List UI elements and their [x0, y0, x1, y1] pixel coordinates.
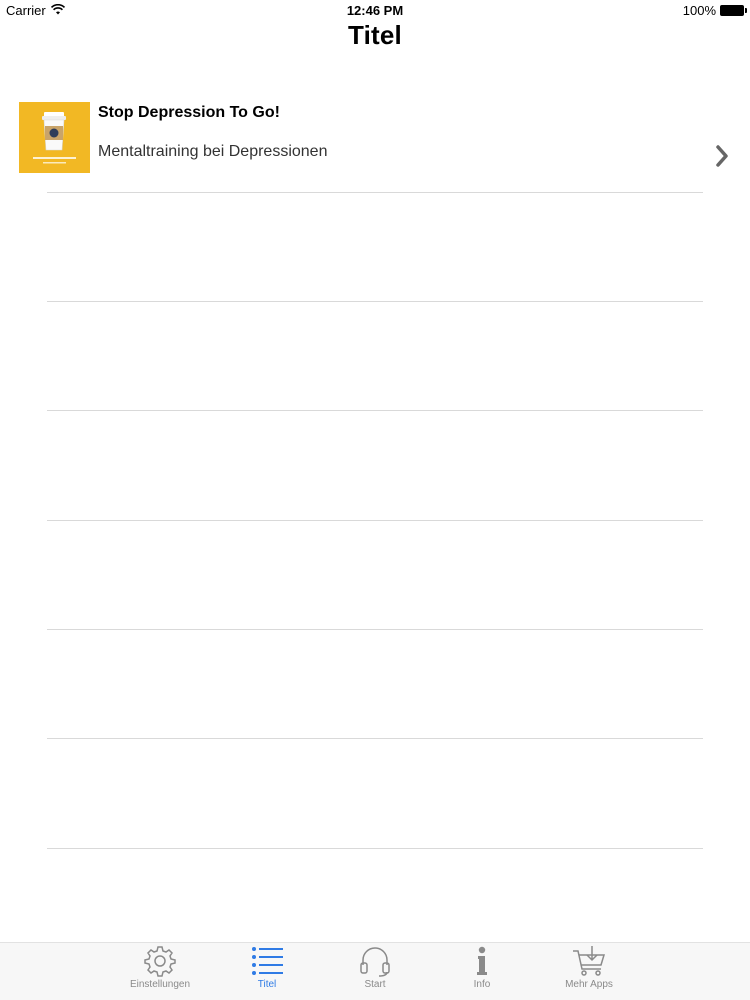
- navigation-bar: Titel: [0, 20, 750, 56]
- tab-label: Info: [473, 979, 491, 990]
- chevron-right-icon: [714, 144, 730, 168]
- headphones-icon: [360, 947, 390, 977]
- shopping-cart-icon: [573, 946, 606, 976]
- tab-einstellungen[interactable]: Einstellungen: [115, 943, 205, 1000]
- battery-icon: [720, 5, 747, 16]
- tab-info[interactable]: Info: [437, 943, 527, 1000]
- tab-label: Start: [364, 979, 386, 990]
- app-screen: Carrier 12:46 PM 100% Titel Stop Depress…: [0, 0, 750, 1000]
- status-time: 12:46 PM: [346, 3, 404, 18]
- list-icon: [252, 947, 283, 975]
- row-divider: [47, 629, 703, 630]
- title-list: Stop Depression To Go! Mentaltraining be…: [0, 92, 750, 849]
- tab-mehr-apps[interactable]: Mehr Apps: [544, 943, 634, 1000]
- row-divider: [47, 520, 703, 521]
- tab-label: Titel: [257, 979, 277, 990]
- row-divider: [47, 192, 703, 193]
- list-item[interactable]: Stop Depression To Go! Mentaltraining be…: [0, 92, 750, 192]
- row-divider: [47, 301, 703, 302]
- page-title: Titel: [348, 20, 402, 50]
- gear-icon: [144, 946, 176, 977]
- list-item-title: Stop Depression To Go!: [98, 104, 280, 121]
- info-icon: [477, 946, 487, 975]
- tab-bar: Einstellungen Titel Start Info Mehr Apps: [0, 942, 750, 1000]
- battery-percent: 100%: [682, 3, 716, 18]
- status-bar: Carrier 12:46 PM 100%: [0, 0, 750, 20]
- tab-label: Einstellungen: [129, 979, 191, 990]
- list-item-subtitle: Mentaltraining bei Depressionen: [98, 143, 328, 160]
- row-divider: [47, 738, 703, 739]
- tab-start[interactable]: Start: [330, 943, 420, 1000]
- coffee-cup-icon: [19, 102, 90, 173]
- battery-area: 100%: [682, 3, 747, 18]
- row-divider: [47, 848, 703, 849]
- row-divider: [47, 410, 703, 411]
- tab-label: Mehr Apps: [565, 979, 613, 990]
- tab-titel[interactable]: Titel: [222, 943, 312, 1000]
